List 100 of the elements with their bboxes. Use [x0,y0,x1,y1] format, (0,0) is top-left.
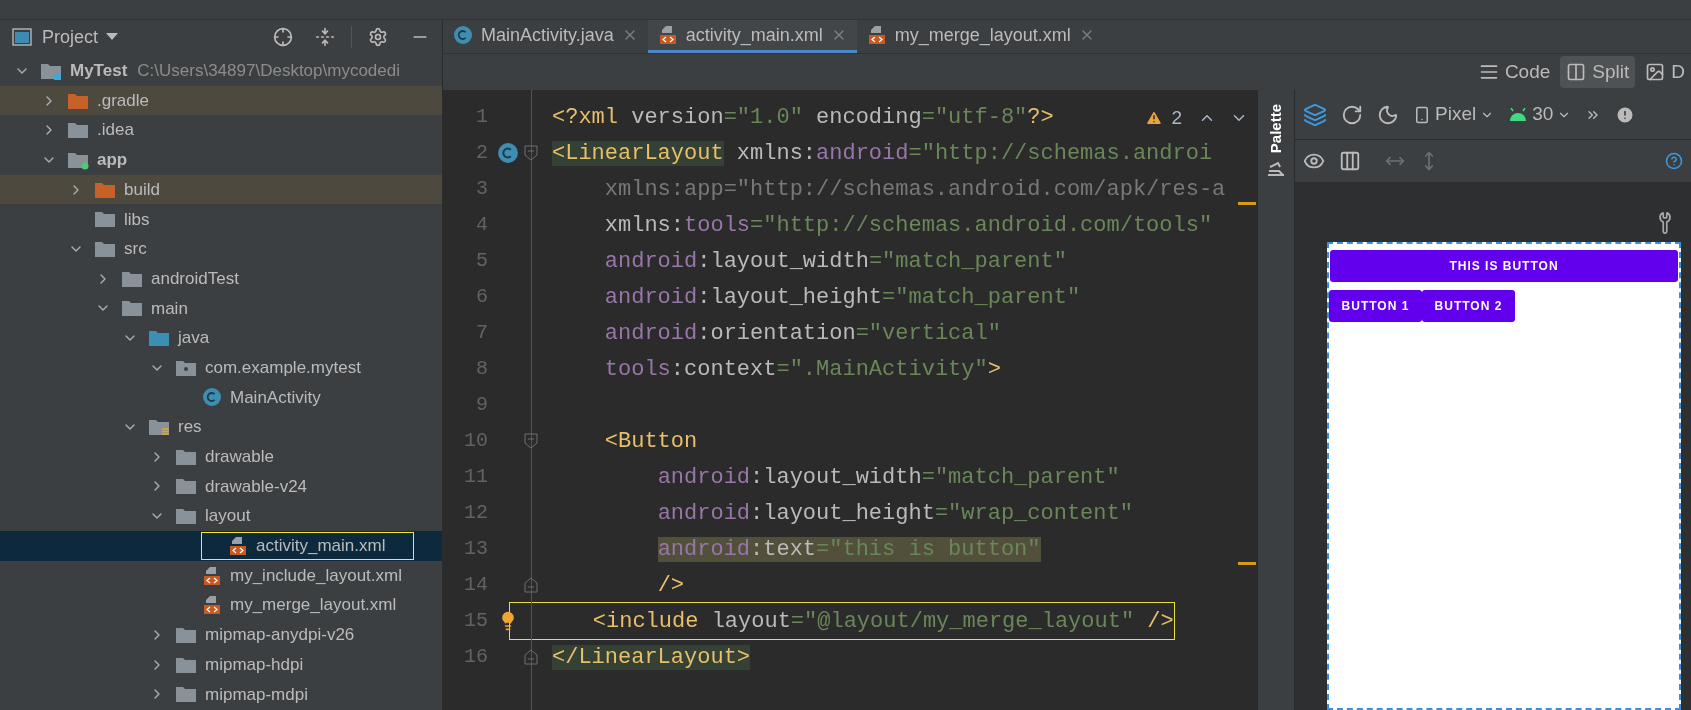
tree-item[interactable]: drawable [0,441,442,472]
api-level-dropdown[interactable]: 30 [1508,100,1572,129]
layout-file-icon [202,565,222,586]
code-line: xmlns:tools="http://schemas.android.com/tools" [603,211,1213,240]
line-number: 16 [463,644,488,670]
line-number: 6 [475,284,488,310]
device-dropdown[interactable]: Pixel [1413,100,1495,129]
code-view-icon [1478,62,1499,82]
code-line: android:layout_width="match_parent" [603,247,1067,276]
project-view-dropdown[interactable]: Project [42,23,119,51]
collapse-all-icon[interactable] [315,27,335,47]
folder-icon [67,120,89,141]
line-number: 14 [463,572,488,598]
tree-item[interactable]: mipmap-mdpi [0,679,442,710]
code-line: android:layout_height="match_parent" [603,283,1081,312]
project-window-icon [12,28,32,46]
android-icon [1508,107,1529,122]
tree-item[interactable]: androidTest [0,263,442,294]
tree-item[interactable]: activity_main.xml [0,531,442,561]
tree-item[interactable]: main [0,293,442,324]
class-icon[interactable] [497,142,519,164]
preview-button[interactable]: BUTTON 2 [1422,290,1515,322]
settings-icon[interactable] [368,27,388,47]
tree-item[interactable]: drawable-v24 [0,471,442,502]
code-line: android:layout_width="match_parent" [656,463,1120,492]
code-line: /> [656,571,685,600]
tree-item[interactable]: java [0,323,442,353]
editor-tab[interactable]: MainActivity.java [443,20,648,53]
line-number: 13 [463,536,488,562]
tree-item[interactable]: com.example.mytest [0,352,442,383]
line-number: 3 [475,176,488,202]
tree-item[interactable]: my_merge_layout.xml [0,590,442,621]
class-icon [453,25,473,45]
tree-item[interactable]: my_include_layout.xml [0,560,442,591]
line-number: 12 [463,500,488,526]
tree-item[interactable]: res [0,412,442,442]
class-icon [202,387,222,408]
fold-marker-icon[interactable] [524,433,538,449]
preview-button[interactable]: BUTTON 1 [1329,290,1422,322]
code-line: <include layout="@layout/my_merge_layout" /> [510,603,1174,639]
view-mode-button[interactable]: Split [1560,56,1636,88]
phone-icon [1413,105,1431,124]
tree-item[interactable]: src [0,234,442,264]
line-number: 4 [475,212,488,238]
line-number: 1 [475,104,488,130]
folder-icon [148,328,170,349]
line-number: 10 [463,428,488,454]
tree-item[interactable]: MyTest C:\Users\34897\Desktop\mycodedi [0,56,442,86]
fold-marker-icon[interactable] [524,649,538,665]
palette-icon [1267,161,1285,178]
line-number: 5 [475,248,488,274]
view-mode-button[interactable]: Code [1472,56,1557,88]
tree-item[interactable]: app [0,145,442,175]
tree-item[interactable]: .gradle [0,85,442,116]
code-line: <Button [603,427,698,456]
code-line: <?xml version="1.0" encoding="utf-8"?> [551,103,1054,132]
caret-icon [106,33,119,41]
tree-item[interactable]: MainActivity [0,382,442,413]
tree-item[interactable]: build [0,174,442,205]
layout-file-icon [657,25,678,45]
code-line: android:orientation="vertical" [603,319,1001,348]
code-line: android:layout_height="wrap_content" [656,499,1133,528]
line-number: 8 [475,356,488,382]
editor-tab[interactable]: my_merge_layout.xml [856,20,1105,53]
layout-file-icon [228,535,248,556]
folder-icon [94,209,116,230]
issues-icon[interactable] [1615,104,1636,125]
tree-item[interactable]: mipmap-anydpi-v26 [0,620,442,650]
folder-icon [175,476,197,497]
code-line: tools:context=".MainActivity"> [603,355,1001,384]
fold-marker-icon[interactable] [524,577,538,593]
split-view-icon [1566,62,1587,82]
editor-tab[interactable]: activity_main.xml [647,20,857,53]
code-line: <LinearLayout xmlns:android="http://schemas.androi [551,139,1213,168]
tree-item[interactable]: layout [0,501,442,531]
line-number: 11 [463,464,488,490]
warning-count[interactable]: 2 [1171,104,1182,133]
code-line: xmlns:app="http://schemas.android.com/apk/res-a [603,175,1226,204]
preview-button[interactable]: THIS IS BUTTON [1330,250,1678,282]
rotate-icon[interactable] [1341,103,1363,126]
night-mode-icon[interactable] [1377,103,1399,126]
line-number: 7 [475,320,488,346]
tree-item[interactable]: libs [0,204,442,235]
line-number: 9 [475,392,488,418]
layout-file-icon [202,595,222,616]
help-icon[interactable] [1665,152,1683,170]
folder-icon [121,298,143,319]
line-number: 15 [463,608,488,634]
fold-marker-icon[interactable] [524,145,538,161]
folder-icon [175,506,197,527]
resource-folder-icon [148,417,170,438]
tree-item[interactable]: mipmap-hdpi [0,649,442,680]
locate-icon[interactable] [273,27,293,47]
columns-icon[interactable] [1339,150,1361,172]
layout-file-icon [866,25,887,45]
layers-icon[interactable] [1303,102,1327,127]
view-mode-button[interactable]: D [1639,56,1691,88]
palette-tab[interactable]: Palette [1264,104,1288,154]
tree-item[interactable]: .idea [0,115,442,146]
folder-icon [175,684,197,705]
